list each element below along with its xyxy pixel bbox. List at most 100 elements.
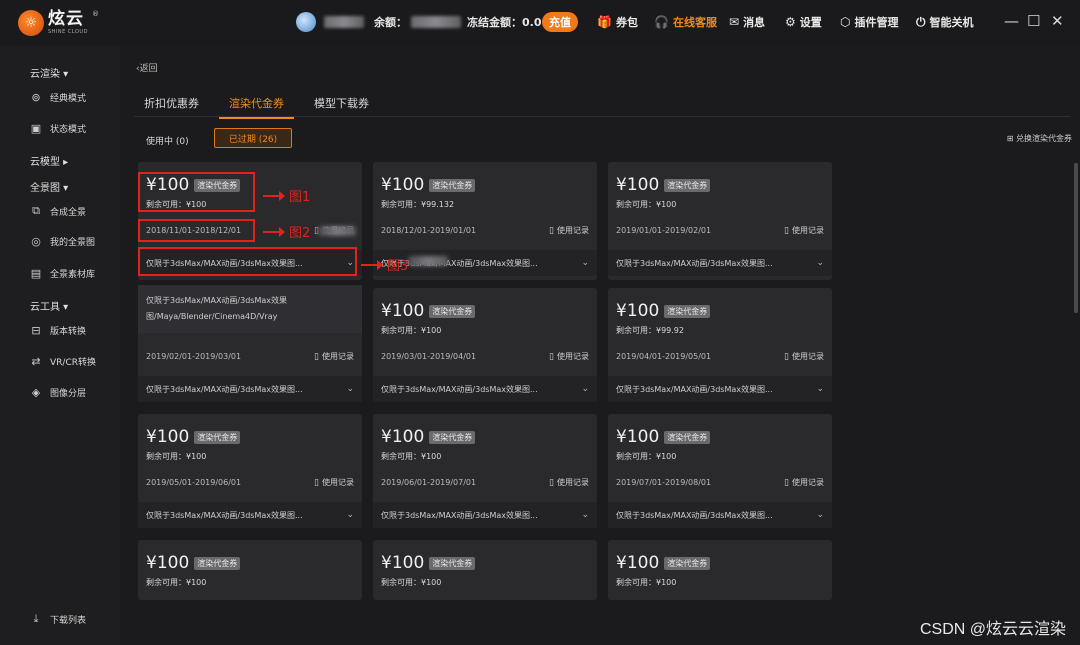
voucher-amount: ¥100 渲染代金券 — [616, 175, 711, 195]
nav-messages[interactable]: ✉ 消息 — [729, 14, 765, 30]
voucher-validity: 2019/03/01-2019/04/01 — [381, 352, 477, 361]
scrollbar[interactable] — [1074, 163, 1078, 313]
voucher-remaining: 剩余可用：¥100 — [381, 452, 442, 461]
voucher-type-tag: 渲染代金券 — [429, 430, 476, 444]
document-icon: ▯ — [549, 351, 554, 362]
voucher-amount: ¥100 渲染代金券 — [616, 553, 711, 573]
voucher-card: ¥100 渲染代金券剩余可用：¥100 2019/07/01-2019/08/01 ▯… — [608, 414, 832, 528]
recharge-button[interactable]: 充值 — [542, 12, 578, 32]
frozen-balance: 冻结金额：0.0 — [467, 14, 542, 30]
voucher-card: ¥100 渲染代金券 剩余可用：¥100 — [138, 540, 362, 600]
voucher-remaining: 剩余可用：¥100 — [146, 578, 207, 587]
usage-record-link[interactable]: ▯使用记录 — [784, 225, 824, 236]
voucher-scope-toggle[interactable]: 仅限于3dsMax/MAX动画/3dsMax效果图... ⌄ — [373, 376, 597, 402]
voucher-amount: ¥100 渲染代金券 — [381, 427, 476, 447]
classic-mode-icon: ⊚ — [31, 91, 41, 104]
voucher-scope-toggle[interactable]: 仅限于3dsMax/MAX动画/3dsMax效果图... ⌄ — [608, 250, 832, 276]
usage-record-link[interactable]: ▯使用记录 — [784, 351, 824, 362]
nav-plugin-manager[interactable]: ⬡ 插件管理 — [840, 14, 898, 30]
chevron-down-icon: ⌄ — [816, 258, 824, 268]
annotation-label-2: 图2 — [263, 222, 310, 241]
back-link[interactable]: ‹返回 — [136, 61, 158, 74]
watermark: CSDN @炫云云渲染 — [919, 621, 1066, 638]
app-logo: ☼ 炫云 SHINE CLOUD ® — [18, 10, 99, 36]
chevron-down-icon: ⌄ — [346, 510, 354, 520]
voucher-validity: 2018/12/01-2019/01/01 — [381, 226, 477, 235]
voucher-type-tag: 渲染代金券 — [664, 430, 711, 444]
sidebar-item-compose[interactable]: ⧉ 合成全景 — [30, 204, 86, 218]
nav-smart-shutdown[interactable]: ⏻ 智能关机 — [916, 14, 974, 30]
sidebar-group-cloud-render[interactable]: 云渲染 ▾ — [30, 65, 68, 80]
redacted-region — [408, 256, 448, 266]
gift-icon: 🎁 — [597, 15, 612, 29]
voucher-type-tag: 渲染代金券 — [194, 430, 241, 444]
chevron-down-icon: ⌄ — [581, 258, 589, 268]
sidebar-item-my-panorama[interactable]: ◎ 我的全景图 — [30, 235, 95, 248]
voucher-amount: ¥100 渲染代金券 — [381, 553, 476, 573]
maximize-icon[interactable]: ☐ — [1027, 12, 1040, 30]
registered-icon: ® — [91, 10, 99, 18]
voucher-remaining: 剩余可用：¥100 — [616, 452, 677, 461]
voucher-validity: 2019/05/01-2019/06/01 — [146, 478, 242, 487]
arrow-icon — [263, 190, 285, 201]
balance-redacted — [411, 16, 461, 28]
filter-in-use[interactable]: 使用中 (0) — [146, 134, 189, 147]
avatar[interactable] — [296, 12, 316, 32]
sidebar-item-status[interactable]: ▣ 状态模式 — [30, 122, 86, 135]
usage-record-link[interactable]: ▯使用记录 — [314, 351, 354, 362]
voucher-type-tag: 渲染代金券 — [429, 178, 476, 192]
voucher-scope-toggle[interactable]: 仅限于3dsMax/MAX动画/3dsMax效果图... ⌄ — [373, 502, 597, 528]
voucher-card: ¥100 渲染代金券 剩余可用：¥100 2019/05/01-2019/06/01 ▯… — [138, 414, 362, 528]
status-mode-icon: ▣ — [30, 122, 42, 135]
voucher-amount: ¥100 渲染代金券 — [146, 427, 241, 447]
annotation-label-1: 图1 — [263, 186, 310, 205]
usage-record-link[interactable]: ▯使用记录 — [549, 351, 589, 362]
minimize-icon[interactable]: — — [1004, 12, 1019, 30]
voucher-scope-toggle[interactable]: 仅限于3dsMax/MAX动画/3dsMax效果图... ⌄ — [138, 502, 362, 528]
top-bar: ☼ 炫云 SHINE CLOUD ® 余额： 冻结金额：0.0 充值 🎁 券包 🎧… — [0, 0, 1080, 45]
document-icon: ▯ — [784, 351, 789, 362]
voucher-validity: 2019/04/01-2019/05/01 — [616, 352, 712, 361]
voucher-remaining: 剩余可用：¥99.92 — [616, 326, 684, 335]
chevron-down-icon: ⌄ — [581, 384, 589, 394]
voucher-scope-toggle[interactable]: 仅限于3dsMax/MAX动画/3dsMax效果图... ⌄ — [138, 376, 362, 402]
nav-customer-service[interactable]: 🎧 在线客服 — [654, 14, 717, 30]
usage-record-link[interactable]: ▯使用记录 — [549, 225, 589, 236]
voucher-remaining: 剩余可用：¥100 — [381, 578, 442, 587]
document-icon: ▯ — [784, 225, 789, 236]
sidebar-group-cloud-model[interactable]: 云模型 ▸ — [30, 153, 68, 168]
sidebar-group-panorama[interactable]: 全景图 ▾ — [30, 179, 68, 194]
usage-record-link[interactable]: ▯使用记录 — [549, 477, 589, 488]
filter-expired[interactable]: 已过期 (26) — [214, 128, 292, 148]
document-icon: ▯ — [784, 477, 789, 488]
sidebar-item-layer[interactable]: ◈ 图像分层 — [30, 386, 86, 399]
sidebar-group-tools[interactable]: 云工具 ▾ — [30, 298, 68, 313]
voucher-scope-toggle[interactable]: 仅限于3dsMax/MAX动画/3dsMax效果图... ⌄ — [608, 376, 832, 402]
sidebar-download-list[interactable]: ⤓ 下载列表 — [30, 612, 86, 626]
username-redacted — [324, 16, 364, 28]
frozen-label: 冻结金额：0.0 — [467, 16, 542, 29]
nav-coupons[interactable]: 🎁 券包 — [597, 14, 638, 30]
usage-record-link[interactable]: ▯使用记录 — [314, 477, 354, 488]
logo-cn: 炫云 — [48, 9, 84, 29]
voucher-type-tag: 渲染代金券 — [429, 556, 476, 570]
sidebar-item-panorama-assets[interactable]: ▤ 全景素材库 — [30, 267, 95, 280]
exchange-voucher-link[interactable]: ⊞ 兑换渲染代金券 — [1007, 133, 1072, 144]
sidebar-item-vrcr[interactable]: ⇄ VR/CR转换 — [30, 355, 96, 368]
chevron-down-icon: ⌄ — [346, 384, 354, 394]
user-area[interactable] — [296, 12, 364, 32]
compose-icon: ⧉ — [32, 204, 40, 217]
sidebar-item-classic[interactable]: ⊚ 经典模式 — [30, 91, 86, 104]
close-icon[interactable]: ✕ — [1051, 12, 1064, 30]
voucher-remaining: 剩余可用：¥99.132 — [381, 200, 455, 209]
nav-settings[interactable]: ⚙ 设置 — [785, 14, 822, 30]
voucher-amount: ¥100 渲染代金券 — [616, 427, 711, 447]
voucher-type-tag: 渲染代金券 — [664, 556, 711, 570]
layers-icon: ◈ — [31, 386, 41, 399]
voucher-amount: ¥100 渲染代金券 — [616, 301, 711, 321]
voucher-scope-toggle[interactable]: 仅限于3dsMax/MAX动画/3dsMax效果图... ⌄ — [608, 502, 832, 528]
document-icon: ▯ — [314, 477, 319, 488]
usage-record-link[interactable]: ▯使用记录 — [784, 477, 824, 488]
voucher-validity: 2019/07/01-2019/08/01 — [616, 478, 712, 487]
sidebar-item-version[interactable]: ⊟ 版本转换 — [30, 324, 86, 337]
